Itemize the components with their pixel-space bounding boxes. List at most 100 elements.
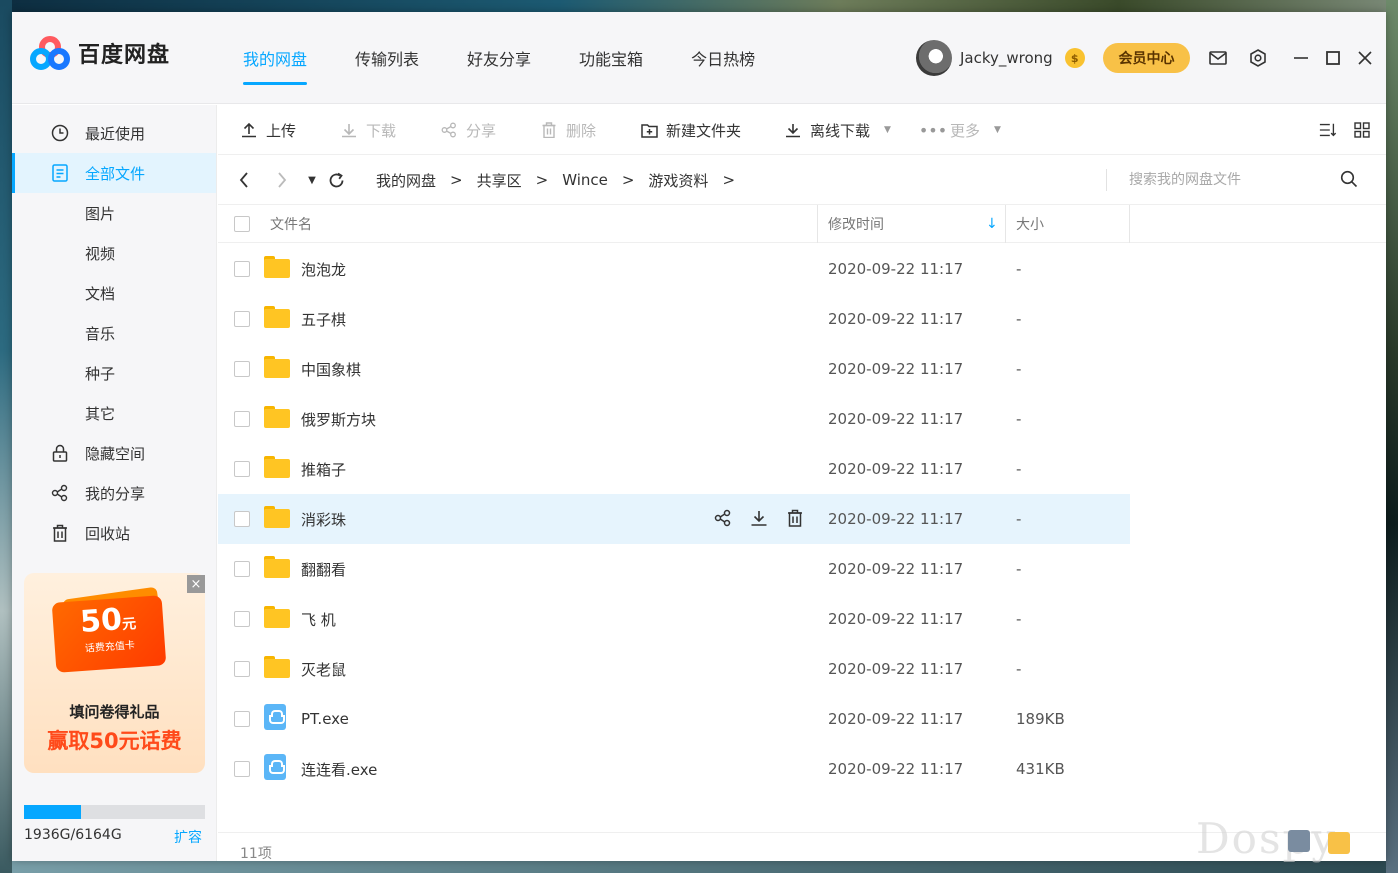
mail-icon[interactable]	[1206, 46, 1230, 70]
tray-upload-icon[interactable]	[1328, 832, 1350, 854]
file-name[interactable]: 连连看.exe	[301, 744, 377, 794]
tray-app-icon[interactable]	[1288, 830, 1310, 852]
file-name[interactable]: 泡泡龙	[301, 244, 346, 294]
file-name[interactable]: 中国象棋	[301, 344, 361, 394]
table-row[interactable]: 飞 机 2020-09-22 11:17 -	[218, 594, 1130, 644]
expand-storage-link[interactable]: 扩容	[174, 827, 202, 847]
download-icon[interactable]	[748, 507, 770, 529]
promo-line2: 赢取50元话费	[47, 729, 182, 753]
sidebar-item-recycle-bin[interactable]: 回收站	[12, 513, 216, 553]
sidebar-item-hidden-space[interactable]: 隐藏空间	[12, 433, 216, 473]
share-label: 分享	[466, 121, 497, 140]
file-modified-date: 2020-09-22 11:17	[828, 410, 964, 428]
row-checkbox[interactable]	[234, 361, 250, 377]
sidebar-item-label: 音乐	[85, 324, 116, 343]
table-row[interactable]: 五子棋 2020-09-22 11:17 -	[218, 294, 1130, 344]
grid-view-button[interactable]	[1353, 105, 1371, 155]
trash-icon[interactable]	[784, 507, 806, 529]
breadcrumb-item[interactable]: 我的网盘	[376, 170, 436, 191]
breadcrumb-item[interactable]: Wince	[562, 171, 608, 189]
search-input[interactable]	[1129, 169, 1329, 191]
more-button[interactable]: ••• 更多 ▼	[919, 105, 1001, 155]
app-logo[interactable]: 百度网盘	[30, 36, 170, 70]
file-name[interactable]: 翻翻看	[301, 544, 346, 594]
sidebar-item-recent[interactable]: 最近使用	[12, 113, 216, 153]
file-name[interactable]: 五子棋	[301, 294, 346, 344]
offline-download-button[interactable]: 离线下载 ▼	[784, 105, 891, 155]
row-checkbox[interactable]	[234, 461, 250, 477]
search-icon[interactable]	[1340, 170, 1360, 190]
sidebar-item-torrents[interactable]: 种子	[12, 353, 216, 393]
tab-transfer-list[interactable]: 传输列表	[342, 12, 432, 104]
table-row[interactable]: 翻翻看 2020-09-22 11:17 -	[218, 544, 1130, 594]
history-dropdown-icon[interactable]: ▼	[300, 168, 324, 192]
table-row[interactable]: 泡泡龙 2020-09-22 11:17 -	[218, 244, 1130, 294]
column-header-name[interactable]: 文件名	[270, 205, 312, 243]
table-row[interactable]: 灭老鼠 2020-09-22 11:17 -	[218, 644, 1130, 694]
desktop-background-top	[0, 0, 1398, 12]
sidebar-item-all-files[interactable]: 全部文件	[12, 153, 216, 193]
file-name[interactable]: 俄罗斯方块	[301, 394, 376, 444]
file-name[interactable]: 飞 机	[301, 594, 336, 644]
tab-toolbox[interactable]: 功能宝箱	[566, 12, 656, 104]
promo-banner[interactable]: 50元 话费充值卡 填问卷得礼品 赢取50元话费	[24, 573, 205, 773]
tab-my-disk[interactable]: 我的网盘	[230, 12, 320, 104]
row-checkbox[interactable]	[234, 411, 250, 427]
file-size: 189KB	[1016, 710, 1065, 728]
sort-list-icon	[1319, 121, 1337, 139]
row-checkbox[interactable]	[234, 561, 250, 577]
row-checkbox[interactable]	[234, 761, 250, 777]
breadcrumb-item[interactable]: 共享区	[477, 170, 522, 191]
new-folder-button[interactable]: 新建文件夹	[640, 105, 741, 155]
upload-button[interactable]: 上传	[240, 105, 296, 155]
table-row[interactable]: 中国象棋 2020-09-22 11:17 -	[218, 344, 1130, 394]
maximize-icon[interactable]	[1321, 46, 1345, 70]
table-row[interactable]: 连连看.exe 2020-09-22 11:17 431KB	[218, 744, 1130, 794]
row-checkbox[interactable]	[234, 311, 250, 327]
refresh-icon[interactable]	[324, 168, 348, 192]
forward-arrow-icon[interactable]	[270, 168, 294, 192]
column-header-modified[interactable]: 修改时间	[828, 205, 884, 243]
file-name[interactable]: 推箱子	[301, 444, 346, 494]
close-icon[interactable]	[1353, 46, 1377, 70]
row-checkbox[interactable]	[234, 511, 250, 527]
sidebar-item-videos[interactable]: 视频	[12, 233, 216, 273]
sidebar-item-documents[interactable]: 文档	[12, 273, 216, 313]
table-row[interactable]: 俄罗斯方块 2020-09-22 11:17 -	[218, 394, 1130, 444]
settings-gear-icon[interactable]	[1246, 46, 1270, 70]
sidebar-item-images[interactable]: 图片	[12, 193, 216, 233]
tab-friend-share[interactable]: 好友分享	[454, 12, 544, 104]
file-name[interactable]: 灭老鼠	[301, 644, 346, 694]
sort-descending-icon[interactable]: ↓	[986, 216, 998, 232]
download-button[interactable]: 下载	[340, 105, 396, 155]
vip-center-button[interactable]: 会员中心	[1103, 43, 1190, 73]
username[interactable]: Jacky_wrong	[960, 49, 1053, 67]
sort-toggle-button[interactable]	[1319, 105, 1337, 155]
back-arrow-icon[interactable]	[232, 168, 256, 192]
share-button[interactable]: 分享	[440, 105, 496, 155]
user-profile[interactable]: Jacky_wrong $	[916, 40, 1085, 76]
table-row[interactable]: PT.exe 2020-09-22 11:17 189KB	[218, 694, 1130, 744]
sidebar: 最近使用 全部文件 图片 视频 文档 音乐 种子 其它 隐藏空间 我的分享 回收…	[12, 105, 217, 861]
row-checkbox[interactable]	[234, 661, 250, 677]
row-checkbox[interactable]	[234, 611, 250, 627]
share-icon[interactable]	[712, 507, 734, 529]
sidebar-item-music[interactable]: 音乐	[12, 313, 216, 353]
breadcrumb-item[interactable]: 游戏资料	[648, 170, 708, 191]
file-name[interactable]: 消彩珠	[301, 494, 346, 544]
select-all-checkbox[interactable]	[234, 205, 250, 243]
sidebar-item-my-shares[interactable]: 我的分享	[12, 473, 216, 513]
promo-close-icon[interactable]: ×	[187, 575, 205, 593]
table-row[interactable]: 消彩珠 2020-09-22 11:17 -	[218, 494, 1130, 544]
row-checkbox[interactable]	[234, 261, 250, 277]
table-row[interactable]: 推箱子 2020-09-22 11:17 -	[218, 444, 1130, 494]
sidebar-item-other[interactable]: 其它	[12, 393, 216, 433]
row-checkbox[interactable]	[234, 711, 250, 727]
file-name[interactable]: PT.exe	[301, 694, 349, 744]
tab-today-hot[interactable]: 今日热榜	[678, 12, 768, 104]
minimize-icon[interactable]	[1289, 46, 1313, 70]
column-header-size[interactable]: 大小	[1016, 205, 1044, 243]
avatar[interactable]	[916, 40, 952, 76]
delete-button[interactable]: 删除	[540, 105, 596, 155]
vip-level-icon[interactable]: $	[1064, 48, 1085, 68]
